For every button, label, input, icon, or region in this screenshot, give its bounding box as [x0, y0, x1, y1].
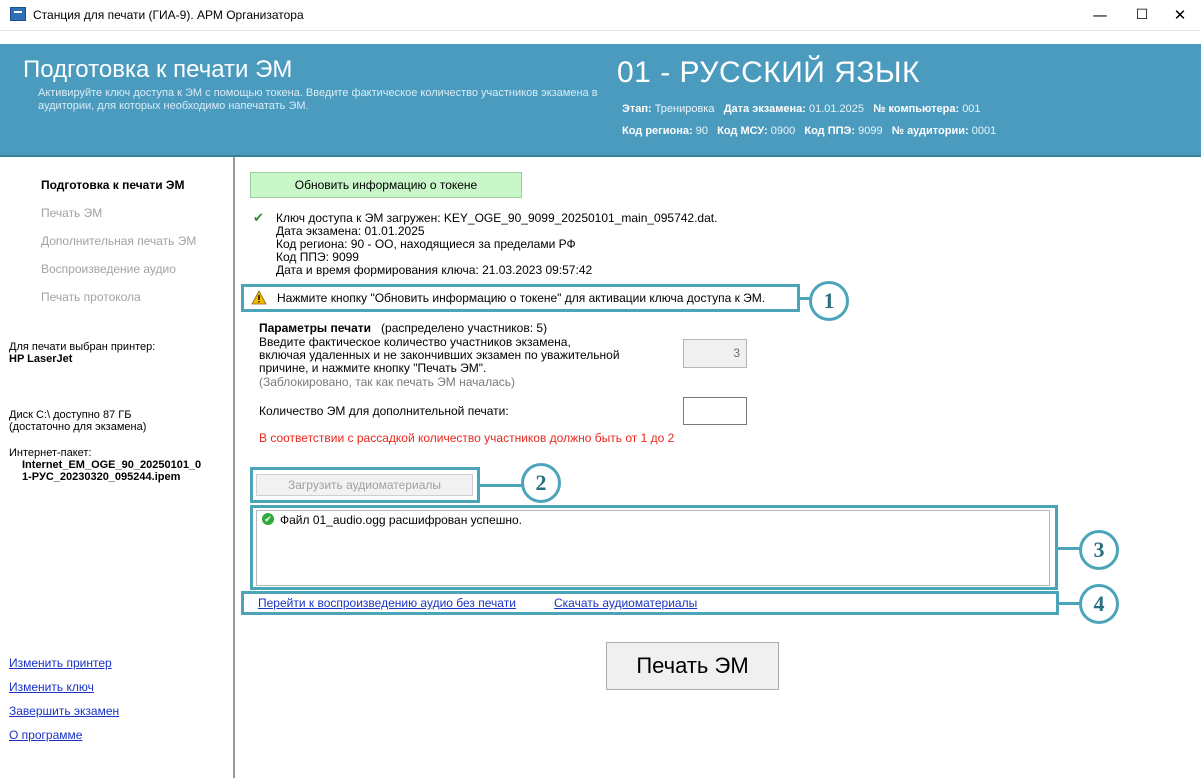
window-title: Станция для печати (ГИА-9). АРМ Организа…	[33, 8, 304, 22]
close-button[interactable]: ✕	[1160, 2, 1200, 28]
about-link[interactable]: О программе	[9, 728, 82, 742]
callout-1: 1	[809, 281, 849, 321]
page-description: Активируйте ключ доступа к ЭМ с помощью …	[38, 87, 598, 112]
print-params-heading: Параметры печати (распределено участнико…	[259, 321, 548, 335]
success-icon: ✔	[262, 513, 274, 525]
check-icon: ✔	[253, 210, 264, 225]
app-icon	[10, 7, 26, 21]
download-audio-link[interactable]: Скачать аудиоматериалы	[554, 596, 697, 610]
warning-text: Нажмите кнопку "Обновить информацию о то…	[277, 291, 766, 305]
sidebar-item-print[interactable]: Печать ЭМ	[41, 206, 102, 220]
exam-subject: 01 - РУССКИЙ ЯЗЫК	[617, 56, 921, 89]
callout-4: 4	[1079, 584, 1119, 624]
load-audio-button[interactable]: Загрузить аудиоматериалы	[256, 474, 473, 496]
sidebar-item-protocol[interactable]: Печать протокола	[41, 290, 141, 304]
printer-name: HP LaserJet	[9, 353, 73, 365]
package-name-line1: Internet_EM_OGE_90_20250101_0	[22, 459, 202, 471]
change-key-link[interactable]: Изменить ключ	[9, 680, 94, 694]
locked-note: (Заблокировано, так как печать ЭМ начала…	[259, 375, 515, 389]
callout-connector	[1058, 547, 1080, 550]
disk-status: (достаточно для экзамена)	[9, 421, 147, 433]
print-em-button[interactable]: Печать ЭМ	[606, 642, 779, 690]
callout-connector	[1059, 602, 1080, 605]
printer-label: Для печати выбран принтер:	[9, 341, 156, 353]
participants-error: В соответствии с рассадкой количество уч…	[259, 431, 675, 445]
callout-3: 3	[1079, 530, 1119, 570]
warning-icon	[251, 290, 267, 305]
sidebar-item-prepare[interactable]: Подготовка к печати ЭМ	[41, 178, 184, 192]
key-created: Дата и время формирования ключа: 21.03.2…	[276, 263, 593, 277]
package-name-line2: 1-РУС_20230320_095244.ipem	[22, 471, 181, 483]
sidebar-item-extra-print[interactable]: Дополнительная печать ЭМ	[41, 234, 196, 248]
callout-connector	[480, 484, 522, 487]
minimize-button[interactable]: —	[1080, 2, 1120, 28]
maximize-button[interactable]: ☐	[1122, 2, 1162, 28]
participants-prompt-line3: причине, и нажмите кнопку "Печать ЭМ".	[259, 361, 487, 375]
play-audio-without-print-link[interactable]: Перейти к воспроизведению аудио без печа…	[258, 596, 516, 610]
extra-print-input[interactable]	[683, 397, 747, 425]
exam-meta-row-1: Этап: Тренировка Дата экзамена: 01.01.20…	[622, 103, 981, 115]
finish-exam-link[interactable]: Завершить экзамен	[9, 704, 119, 718]
page-title: Подготовка к печати ЭМ	[23, 56, 293, 83]
package-label: Интернет-пакет:	[9, 447, 92, 459]
sidebar-item-audio[interactable]: Воспроизведение аудио	[41, 262, 176, 276]
callout-2: 2	[521, 463, 561, 503]
change-printer-link[interactable]: Изменить принтер	[9, 656, 112, 670]
disk-space: Диск C:\ доступно 87 ГБ	[9, 409, 132, 421]
refresh-token-button[interactable]: Обновить информацию о токене	[250, 172, 522, 198]
extra-print-label: Количество ЭМ для дополнительной печати:	[259, 404, 509, 418]
exam-meta-row-2: Код региона: 90 Код МСУ: 0900 Код ППЭ: 9…	[622, 125, 997, 137]
audio-log-message: Файл 01_audio.ogg расшифрован успешно.	[280, 513, 522, 527]
participants-input[interactable]: 3	[683, 339, 747, 368]
